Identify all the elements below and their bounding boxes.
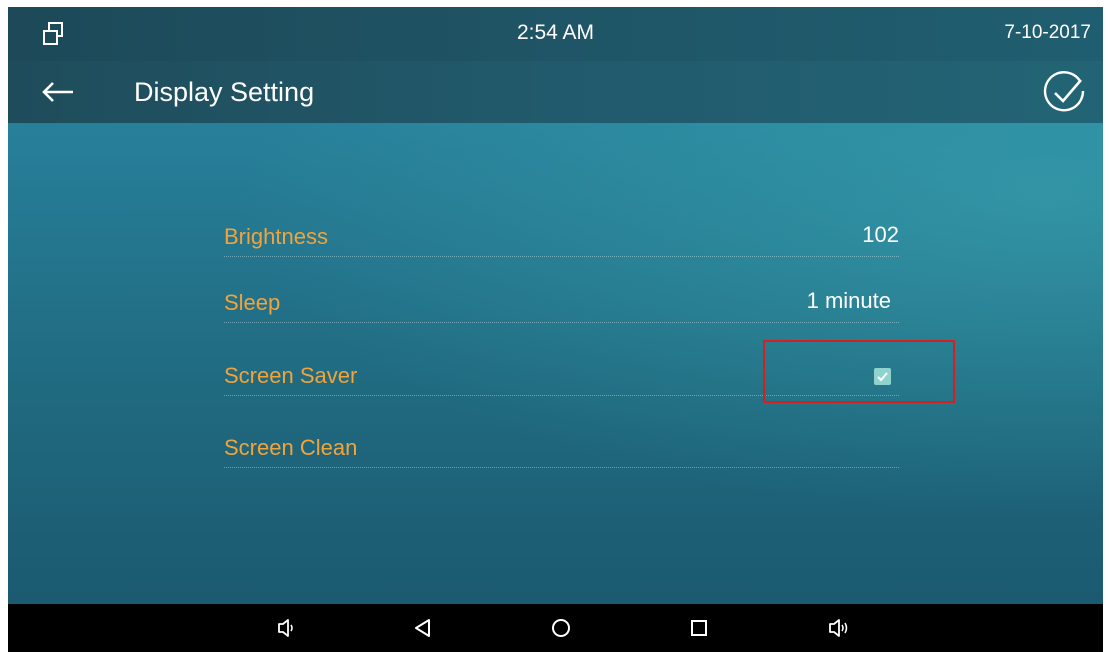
setting-row-screen-clean[interactable]: Screen Clean (224, 431, 899, 468)
volume-up-icon[interactable] (826, 616, 850, 640)
status-date: 7-10-2017 (1004, 22, 1091, 43)
annotation-highlight-box (763, 340, 955, 403)
navigation-bar (8, 604, 1103, 652)
volume-down-icon[interactable] (274, 616, 298, 640)
status-time: 2:54 AM (516, 21, 595, 44)
back-icon[interactable] (411, 616, 435, 640)
setting-value: 1 minute (806, 288, 891, 313)
setting-value: 102 (862, 222, 899, 247)
setting-label: Brightness (224, 224, 328, 249)
setting-row-sleep[interactable]: Sleep 1 minute (224, 286, 899, 323)
setting-label: Screen Saver (224, 363, 358, 388)
setting-label: Sleep (224, 290, 281, 315)
home-icon[interactable] (549, 616, 573, 640)
device-screen: 2:54 AM 7-10-2017 Display Setting Bright… (8, 7, 1103, 652)
status-bar: 2:54 AM 7-10-2017 (8, 7, 1103, 61)
setting-row-brightness[interactable]: Brightness 102 (224, 220, 899, 257)
back-arrow-icon[interactable] (40, 79, 76, 105)
check-circle-icon[interactable] (1043, 71, 1087, 115)
page-title: Display Setting (134, 77, 315, 107)
title-bar: Display Setting (8, 61, 1103, 123)
setting-label: Screen Clean (224, 435, 358, 460)
recents-icon[interactable] (687, 616, 711, 640)
